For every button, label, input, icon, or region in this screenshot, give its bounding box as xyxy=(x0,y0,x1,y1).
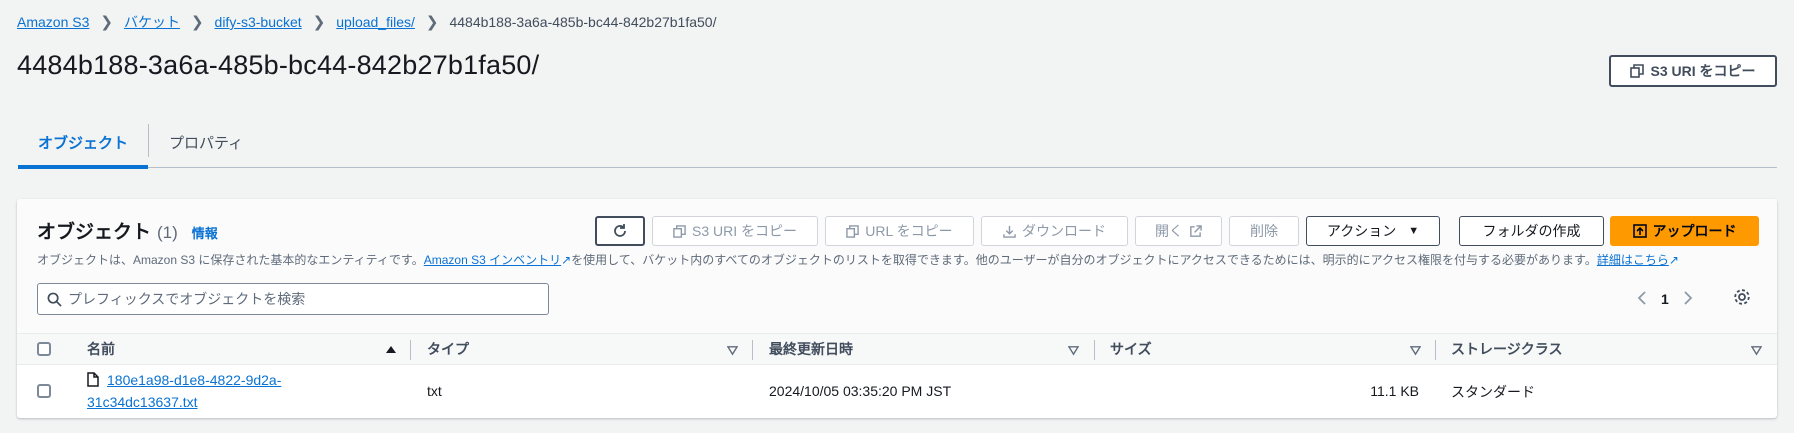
column-header-name[interactable]: 名前 xyxy=(87,334,115,364)
file-name-link-line2[interactable]: 31c34dc13637.txt xyxy=(87,394,198,410)
upload-label: アップロード xyxy=(1652,223,1737,239)
download-label: ダウンロード xyxy=(1022,223,1106,239)
chevron-right-icon: ❯ xyxy=(312,14,326,31)
breadcrumb-upload-files[interactable]: upload_files/ xyxy=(336,14,415,30)
actions-dropdown[interactable]: アクション ▼ xyxy=(1306,216,1440,246)
copy-url-button[interactable]: URL をコピー xyxy=(825,216,974,246)
breadcrumb-bucket[interactable]: dify-s3-bucket xyxy=(215,14,302,30)
column-header-type[interactable]: タイプ xyxy=(427,334,469,364)
column-divider xyxy=(410,340,411,360)
panel-header: オブジェクト (1) 情報 オブジェクトは、Amazon S3 に保存された基本… xyxy=(17,199,1777,333)
copy-url-label: URL をコピー xyxy=(865,223,953,239)
tab-properties[interactable]: プロパティ xyxy=(149,117,263,167)
sort-icon[interactable] xyxy=(1067,343,1080,361)
column-divider xyxy=(752,340,753,360)
sort-icon[interactable] xyxy=(726,343,739,361)
inventory-link[interactable]: Amazon S3 インベントリ xyxy=(424,253,561,267)
row-checkbox[interactable] xyxy=(37,384,51,398)
external-link-icon: ↗ xyxy=(561,253,572,267)
caret-down-icon: ▼ xyxy=(1408,225,1420,237)
chevron-right-icon[interactable] xyxy=(1683,290,1693,309)
column-header-storage-class[interactable]: ストレージクラス xyxy=(1451,334,1562,364)
tab-list: オブジェクト プロパティ xyxy=(18,117,1777,169)
column-header-modified[interactable]: 最終更新日時 xyxy=(769,334,853,364)
chevron-left-icon[interactable] xyxy=(1637,290,1647,309)
copy-icon xyxy=(846,224,860,238)
upload-icon xyxy=(1632,224,1647,238)
gear-icon[interactable] xyxy=(1733,288,1751,311)
external-link-icon xyxy=(1189,224,1202,238)
objects-panel: オブジェクト (1) 情報 オブジェクトは、Amazon S3 に保存された基本… xyxy=(17,199,1777,418)
desc-text-2: を使用して、バケット内のすべてのオブジェクトのリストを取得できます。他のユーザー… xyxy=(571,253,1597,267)
breadcrumb: Amazon S3 ❯ バケット ❯ dify-s3-bucket ❯ uplo… xyxy=(17,11,716,33)
sort-icon[interactable] xyxy=(1409,343,1422,361)
table-header: 名前 タイプ 最終更新日時 サイズ ストレージクラス xyxy=(17,333,1777,365)
refresh-icon xyxy=(612,223,628,239)
file-icon xyxy=(87,372,99,390)
desc-text-1: オブジェクトは、Amazon S3 に保存された基本的なエンティティです。 xyxy=(37,253,424,267)
copy-s3-uri-button-top[interactable]: S3 URI をコピー xyxy=(1609,55,1777,87)
tab-objects[interactable]: オブジェクト xyxy=(18,117,149,169)
size-cell: 11.1 KB xyxy=(1370,383,1419,399)
select-all-checkbox[interactable] xyxy=(37,342,51,356)
panel-description: オブジェクトは、Amazon S3 に保存された基本的なエンティティです。Ama… xyxy=(37,251,1679,268)
file-type-cell: txt xyxy=(427,383,442,399)
chevron-right-icon: ❯ xyxy=(190,14,204,31)
search-icon xyxy=(47,292,62,307)
file-name-link-line1[interactable]: 180e1a98-d1e8-4822-9d2a- xyxy=(107,372,281,388)
column-header-size[interactable]: サイズ xyxy=(1110,334,1152,364)
copy-icon xyxy=(673,224,686,238)
external-link-icon: ↗ xyxy=(1668,253,1679,267)
copy-s3-uri-label: S3 URI をコピー xyxy=(691,223,797,239)
open-label: 開く xyxy=(1155,223,1183,239)
chevron-right-icon: ❯ xyxy=(425,14,439,31)
info-link[interactable]: 情報 xyxy=(192,223,218,242)
panel-title: オブジェクト (1) 情報 xyxy=(37,217,218,244)
open-button[interactable]: 開く xyxy=(1135,216,1222,246)
column-divider xyxy=(1435,340,1436,360)
upload-button[interactable]: アップロード xyxy=(1610,216,1759,246)
download-button[interactable]: ダウンロード xyxy=(981,216,1128,246)
learn-more-link[interactable]: 詳細はこちら xyxy=(1597,253,1669,267)
object-count: (1) xyxy=(157,223,178,242)
search-input[interactable] xyxy=(68,291,528,307)
sort-icon[interactable] xyxy=(1750,343,1763,361)
breadcrumb-buckets[interactable]: バケット xyxy=(124,12,180,32)
panel-title-text: オブジェクト xyxy=(37,222,152,243)
page-number[interactable]: 1 xyxy=(1661,291,1669,307)
delete-label: 削除 xyxy=(1250,223,1278,239)
refresh-button[interactable] xyxy=(595,216,645,246)
breadcrumb-current: 4484b188-3a6a-485b-bc44-842b27b1fa50/ xyxy=(449,14,717,30)
page-title: 4484b188-3a6a-485b-bc44-842b27b1fa50/ xyxy=(17,50,540,80)
chevron-right-icon: ❯ xyxy=(100,14,113,31)
pagination: 1 xyxy=(1637,287,1693,311)
storage-class-cell: スタンダード xyxy=(1451,384,1535,400)
last-modified-cell: 2024/10/05 03:35:20 PM JST xyxy=(769,383,952,399)
actions-label: アクション xyxy=(1326,223,1397,239)
copy-s3-uri-label: S3 URI をコピー xyxy=(1650,63,1756,79)
copy-s3-uri-button[interactable]: S3 URI をコピー xyxy=(652,216,818,246)
sort-ascending-icon[interactable] xyxy=(385,342,397,360)
search-box xyxy=(37,283,549,315)
copy-icon xyxy=(1630,64,1645,78)
file-name-cell: 180e1a98-d1e8-4822-9d2a- 31c34dc13637.tx… xyxy=(87,369,317,413)
breadcrumb-amazon-s3[interactable]: Amazon S3 xyxy=(17,14,89,30)
delete-button[interactable]: 削除 xyxy=(1229,216,1299,246)
create-folder-button[interactable]: フォルダの作成 xyxy=(1459,216,1604,246)
download-icon xyxy=(1003,225,1016,238)
create-folder-label: フォルダの作成 xyxy=(1482,223,1581,239)
column-divider xyxy=(1094,340,1095,360)
table-row: 180e1a98-d1e8-4822-9d2a- 31c34dc13637.tx… xyxy=(17,365,1777,418)
